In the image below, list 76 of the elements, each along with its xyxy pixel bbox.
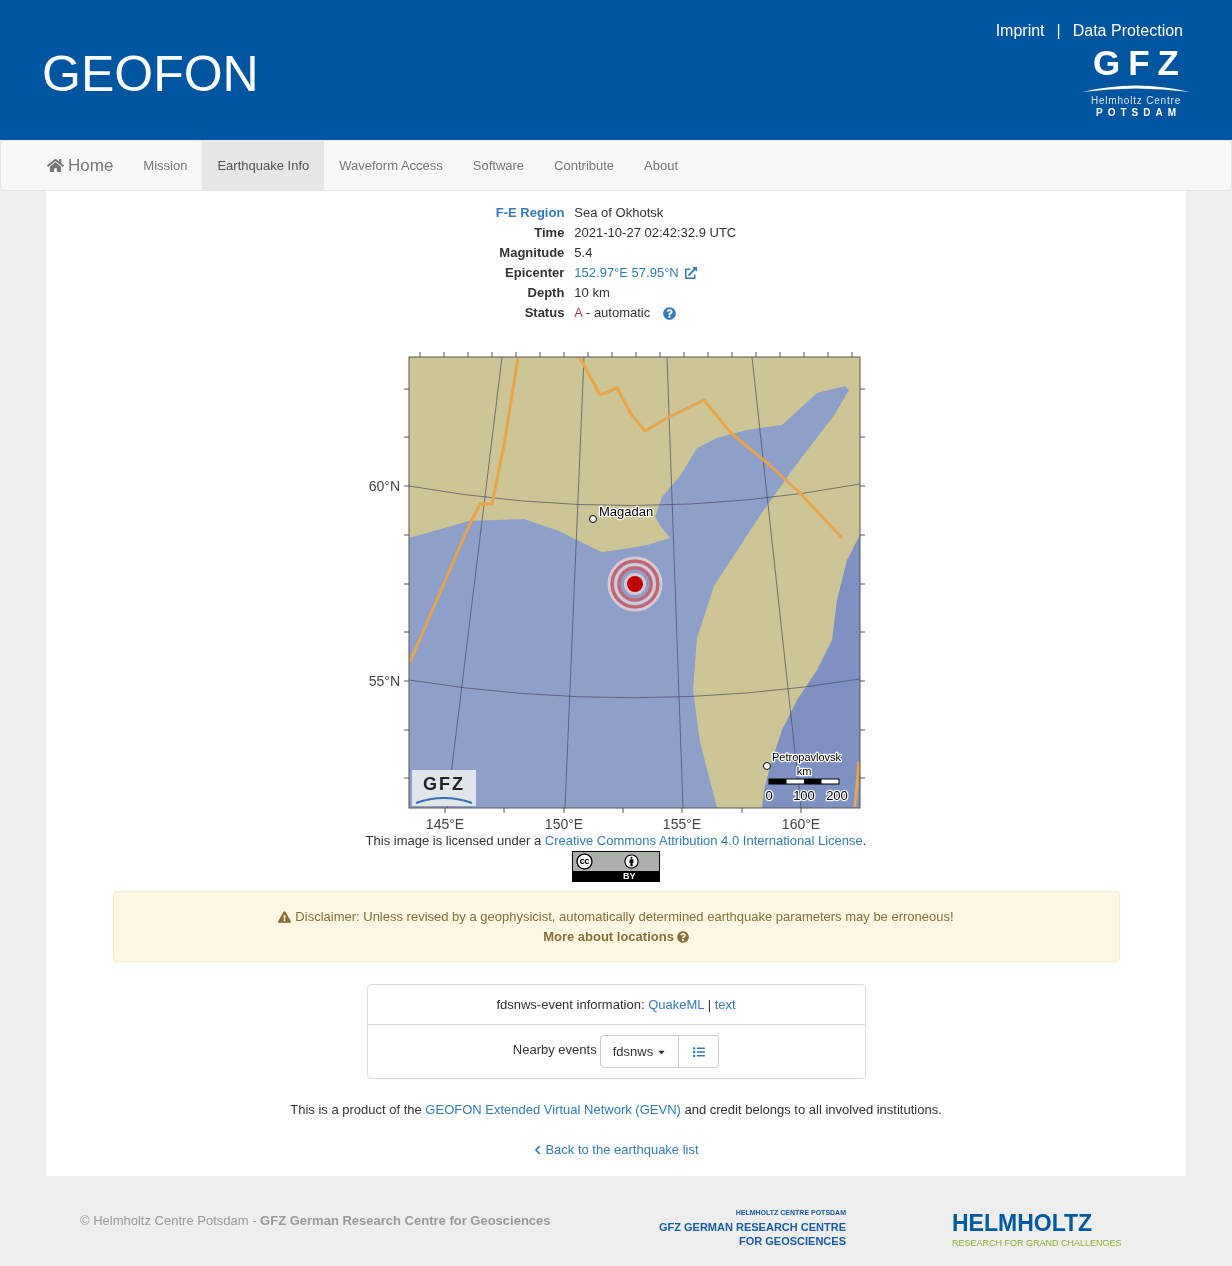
more-info-link[interactable]: More about locations <box>543 927 689 947</box>
scale-label: 100 <box>793 788 815 803</box>
cc-logo-icon <box>576 853 593 870</box>
axis-label: 160°E <box>781 816 821 832</box>
axis-label: 150°E <box>544 816 584 832</box>
nav-link[interactable]: Earthquake Info <box>202 141 325 190</box>
nav-link[interactable]: Contribute <box>539 141 630 190</box>
header-link[interactable]: Data Protection <box>1072 21 1183 41</box>
site-title: GEOFON <box>42 49 259 99</box>
cc-by-badge[interactable]: BY <box>572 851 660 882</box>
coordinates-link[interactable]: 152.97°E 57.95°N <box>574 263 679 283</box>
nearby-events-label: Nearby events <box>512 1041 597 1059</box>
border-line <box>853 761 861 808</box>
helmholtz-wordmark: HELMHOLTZ <box>952 1211 1094 1235</box>
city-marker-icon <box>763 762 771 770</box>
city-label: Petropavlovsk <box>772 751 842 763</box>
axis-label: 60°N <box>368 478 400 494</box>
external-link-icon[interactable] <box>684 267 697 279</box>
field-label: Depth <box>527 284 565 302</box>
list-icon <box>691 1045 706 1058</box>
scale-unit: km <box>796 765 812 777</box>
field-value: Sea of Okhotsk <box>574 204 664 222</box>
logo-subtitle: Helmholtz Centre <box>1090 95 1182 107</box>
gfz-logo-text: GFZ GERMAN RESEARCH CENTRE <box>659 1220 846 1234</box>
nav-link[interactable]: About <box>629 141 694 190</box>
person-icon <box>624 854 639 869</box>
source-dropdown[interactable]: fdsnws <box>599 1035 680 1068</box>
nav-link[interactable]: Software <box>457 141 540 190</box>
logo-arc-icon <box>415 797 473 804</box>
logo-arc-icon <box>1082 83 1190 92</box>
home-icon <box>47 158 64 173</box>
license-link[interactable]: Creative Commons Attribution 4.0 International License <box>544 833 863 848</box>
field-label: Time <box>534 224 565 242</box>
field-label: Magnitude <box>499 244 565 262</box>
credit-text: This is a product of the GEOFON Extended Virtual Network (GEVN) and credit belongs to all involved institutions. <box>290 1101 942 1119</box>
disclaimer-text: Disclaimer: Unless revised by a geophysicist, automatically determined earthquake parameters may be erroneous! <box>295 908 954 926</box>
license-text: This image is licensed under a Creative Commons Attribution 4.0 International License. <box>365 833 867 849</box>
field-label: Epicenter <box>505 264 565 282</box>
format-link[interactable]: QuakeML <box>648 996 704 1012</box>
field-value: 5.4 <box>574 244 593 262</box>
field-value: 10 km <box>574 284 610 302</box>
logo-wordmark: GFZ <box>1092 45 1187 80</box>
city-label: Magadan <box>599 504 654 519</box>
logo-wordmark: GFZ <box>423 774 465 794</box>
logo-subtitle: POTSDAM <box>1095 107 1181 119</box>
back-link[interactable]: Back to the earthquake list <box>533 1140 699 1160</box>
axis-label: 145°E <box>425 816 465 832</box>
field-label: Status <box>524 304 565 322</box>
axis-label: 55°N <box>368 673 400 689</box>
help-icon <box>676 931 689 943</box>
scale-label: 0 <box>765 788 773 803</box>
header-link[interactable]: Imprint <box>995 21 1045 41</box>
warning-icon <box>278 911 292 923</box>
link-separator: | <box>1056 21 1061 41</box>
nav-link[interactable]: Waveform Access <box>324 141 458 190</box>
home-link[interactable]: Home <box>32 141 129 190</box>
axis-label: 155°E <box>662 816 702 832</box>
badge-label: BY <box>623 871 636 881</box>
logo-tile <box>412 770 476 806</box>
epicenter-marker-icon <box>607 556 663 612</box>
format-link[interactable]: text <box>714 996 736 1012</box>
nav-link[interactable]: Mission <box>128 141 203 190</box>
field-value: 2021-10-27 02:42:32.9 UTC <box>574 224 737 242</box>
list-view-button[interactable] <box>679 1035 720 1068</box>
chevron-left-icon <box>533 1145 543 1155</box>
network-link[interactable]: GEOFON Extended Virtual Network (GEVN) <box>425 1102 681 1117</box>
help-icon[interactable] <box>663 306 677 320</box>
city-marker-icon <box>589 515 597 523</box>
scale-bar <box>768 778 840 785</box>
gfz-logo-text: FOR GEOSCIENCES <box>739 1234 846 1248</box>
scale-label: 200 <box>826 788 848 803</box>
fdsnws-info-text: fdsnws-event information: QuakeML | text <box>496 995 736 1014</box>
helmholtz-tagline: RESEARCH FOR GRAND CHALLENGES <box>952 1237 1122 1249</box>
field-label-link[interactable]: F-E Region <box>495 203 565 223</box>
field-value: A - automatic <box>574 304 651 322</box>
copyright-text: © Helmholtz Centre Potsdam - GFZ German Research Centre for Geosciences <box>80 1213 551 1228</box>
